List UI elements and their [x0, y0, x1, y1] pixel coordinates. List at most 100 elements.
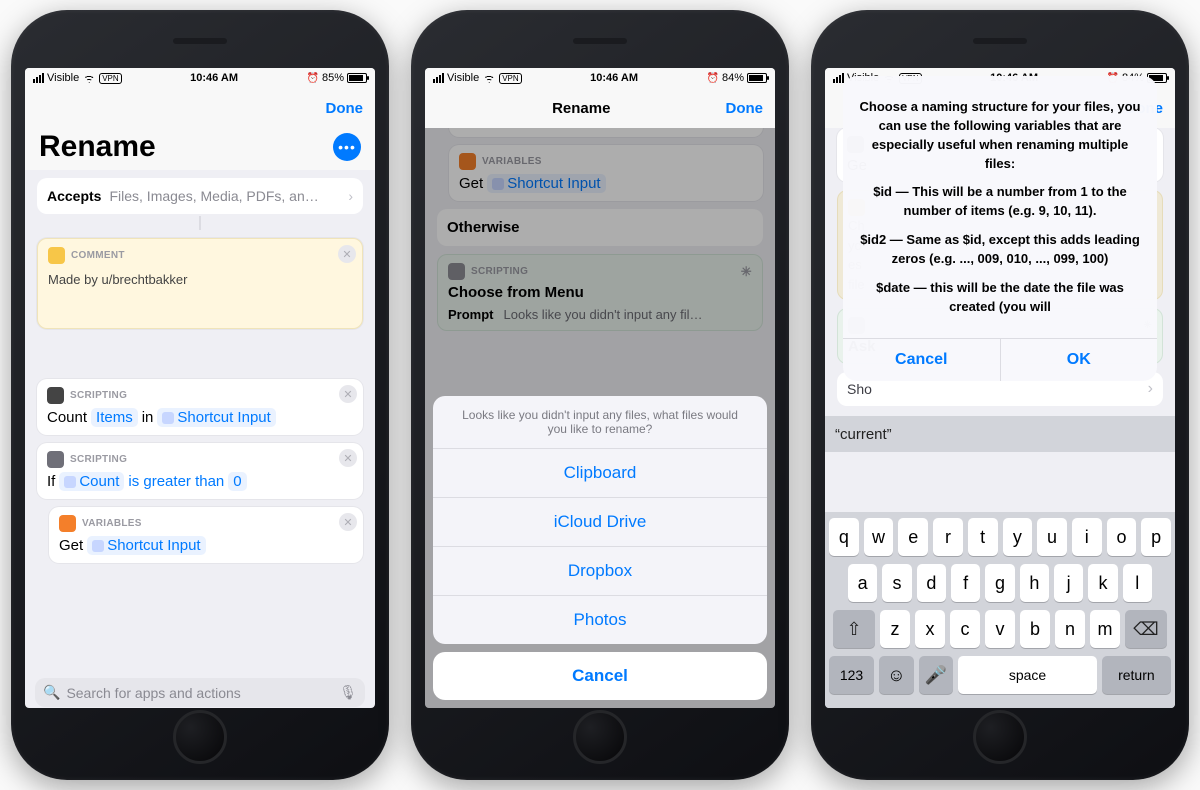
delete-action-button[interactable]: ✕: [339, 449, 357, 467]
scripting-icon: [47, 451, 64, 468]
key-dictation[interactable]: 🎤: [919, 656, 954, 694]
key-r[interactable]: r: [933, 518, 963, 556]
search-placeholder: Search for apps and actions: [66, 685, 240, 701]
key-emoji[interactable]: ☺: [879, 656, 914, 694]
battery-icon: [747, 73, 767, 83]
key-q[interactable]: q: [829, 518, 859, 556]
key-g[interactable]: g: [985, 564, 1014, 602]
shortcut-input-variable[interactable]: Shortcut Input: [87, 536, 205, 555]
alert-ok-button[interactable]: OK: [1001, 339, 1158, 381]
items-token[interactable]: Items: [91, 408, 138, 427]
count-action-card[interactable]: SCRIPTING ✕ Count Items in Shortcut Inpu…: [37, 379, 363, 435]
key-numbers[interactable]: 123: [829, 656, 874, 694]
delete-action-button[interactable]: ✕: [339, 385, 357, 403]
shortcut-input-variable[interactable]: Shortcut Input: [157, 408, 275, 427]
delete-action-button[interactable]: ✕: [338, 245, 356, 263]
key-o[interactable]: o: [1107, 518, 1137, 556]
key-space[interactable]: space: [958, 656, 1097, 694]
key-m[interactable]: m: [1090, 610, 1120, 648]
wifi-icon: [482, 73, 496, 83]
battery-percent: 84%: [722, 72, 744, 84]
variables-icon: [59, 515, 76, 532]
alert-title: Choose a naming structure for your files…: [857, 98, 1143, 173]
alert-line-id2: $id2 — Same as $id, except this adds lea…: [857, 231, 1143, 269]
sheet-message: Looks like you didn't input any files, w…: [433, 396, 767, 448]
done-button[interactable]: Done: [725, 100, 763, 117]
calculator-icon: [47, 387, 64, 404]
key-b[interactable]: b: [1020, 610, 1050, 648]
get-variable-card[interactable]: VARIABLES ✕ Get Shortcut Input: [49, 507, 363, 563]
key-v[interactable]: v: [985, 610, 1015, 648]
home-button[interactable]: [573, 710, 627, 764]
dictation-icon[interactable]: 🎙: [339, 684, 357, 701]
status-bar: Visible VPN 10:46 AM 84%: [425, 68, 775, 88]
sheet-option-clipboard[interactable]: Clipboard: [433, 448, 767, 497]
home-button[interactable]: [173, 710, 227, 764]
status-time: 10:46 AM: [590, 72, 638, 84]
vpn-badge: VPN: [499, 73, 521, 84]
key-t[interactable]: t: [968, 518, 998, 556]
wifi-icon: [82, 73, 96, 83]
suggestion-word[interactable]: “current”: [835, 426, 892, 443]
screen-1: Visible VPN 10:46 AM 85% Done Rename •••…: [25, 68, 375, 708]
keyboard-suggestion-bar[interactable]: “current”: [825, 416, 1175, 452]
key-x[interactable]: x: [915, 610, 945, 648]
key-s[interactable]: s: [882, 564, 911, 602]
sheet-option-dropbox[interactable]: Dropbox: [433, 546, 767, 595]
get-line: Get Shortcut Input: [59, 536, 353, 555]
key-shift[interactable]: ⇧: [833, 610, 875, 648]
key-e[interactable]: e: [898, 518, 928, 556]
alert-line-id: $id — This will be a number from 1 to th…: [857, 183, 1143, 221]
if-value[interactable]: 0: [228, 472, 246, 491]
key-f[interactable]: f: [951, 564, 980, 602]
key-j[interactable]: j: [1054, 564, 1083, 602]
key-d[interactable]: d: [917, 564, 946, 602]
delete-action-button[interactable]: ✕: [339, 513, 357, 531]
scripting-header-label: SCRIPTING: [70, 454, 127, 465]
cell-signal-icon: [433, 73, 444, 83]
count-variable[interactable]: Count: [59, 472, 124, 491]
alert-dialog: Choose a naming structure for your files…: [843, 76, 1157, 381]
key-k[interactable]: k: [1088, 564, 1117, 602]
sheet-option-icloud-drive[interactable]: iCloud Drive: [433, 497, 767, 546]
key-return[interactable]: return: [1102, 656, 1171, 694]
key-a[interactable]: a: [848, 564, 877, 602]
key-u[interactable]: u: [1037, 518, 1067, 556]
key-n[interactable]: n: [1055, 610, 1085, 648]
key-backspace[interactable]: ⌫: [1125, 610, 1167, 648]
get-word: Get: [59, 537, 83, 554]
vpn-badge: VPN: [99, 73, 121, 84]
sheet-option-photos[interactable]: Photos: [433, 595, 767, 644]
screen-2: Visible VPN 10:46 AM 84% Rename Done is …: [425, 68, 775, 708]
sheet-cancel-button[interactable]: Cancel: [433, 652, 767, 700]
home-button[interactable]: [973, 710, 1027, 764]
if-action-card[interactable]: SCRIPTING ✕ If Count is greater than 0: [37, 443, 363, 499]
page-title: Rename: [552, 100, 610, 117]
accepts-row[interactable]: Accepts Files, Images, Media, PDFs, an… …: [37, 178, 363, 214]
key-c[interactable]: c: [950, 610, 980, 648]
alert-cancel-button[interactable]: Cancel: [843, 339, 1001, 381]
key-z[interactable]: z: [880, 610, 910, 648]
action-search-input[interactable]: 🔍 Search for apps and actions 🎙: [35, 678, 365, 707]
key-l[interactable]: l: [1123, 564, 1152, 602]
search-icon: 🔍: [43, 684, 60, 701]
key-y[interactable]: y: [1003, 518, 1033, 556]
accepts-value: Files, Images, Media, PDFs, an…: [109, 188, 340, 204]
if-operator[interactable]: is greater than: [128, 473, 224, 490]
comment-action-card[interactable]: COMMENT ✕ Made by u/brechtbakker: [37, 238, 363, 329]
key-p[interactable]: p: [1141, 518, 1171, 556]
accepts-label: Accepts: [47, 188, 101, 204]
alarm-icon: [307, 72, 319, 84]
key-i[interactable]: i: [1072, 518, 1102, 556]
battery-percent: 85%: [322, 72, 344, 84]
key-w[interactable]: w: [864, 518, 894, 556]
alarm-icon: [707, 72, 719, 84]
more-button[interactable]: •••: [333, 133, 361, 161]
comment-header-label: COMMENT: [71, 250, 125, 261]
key-h[interactable]: h: [1020, 564, 1049, 602]
large-title-row: Rename •••: [25, 128, 375, 170]
done-button[interactable]: Done: [326, 100, 364, 117]
iphone-frame-3: Visible VPN 10:46 AM 84% Done S Ge: [811, 10, 1189, 780]
cell-signal-icon: [33, 73, 44, 83]
connector-line: [199, 216, 201, 230]
